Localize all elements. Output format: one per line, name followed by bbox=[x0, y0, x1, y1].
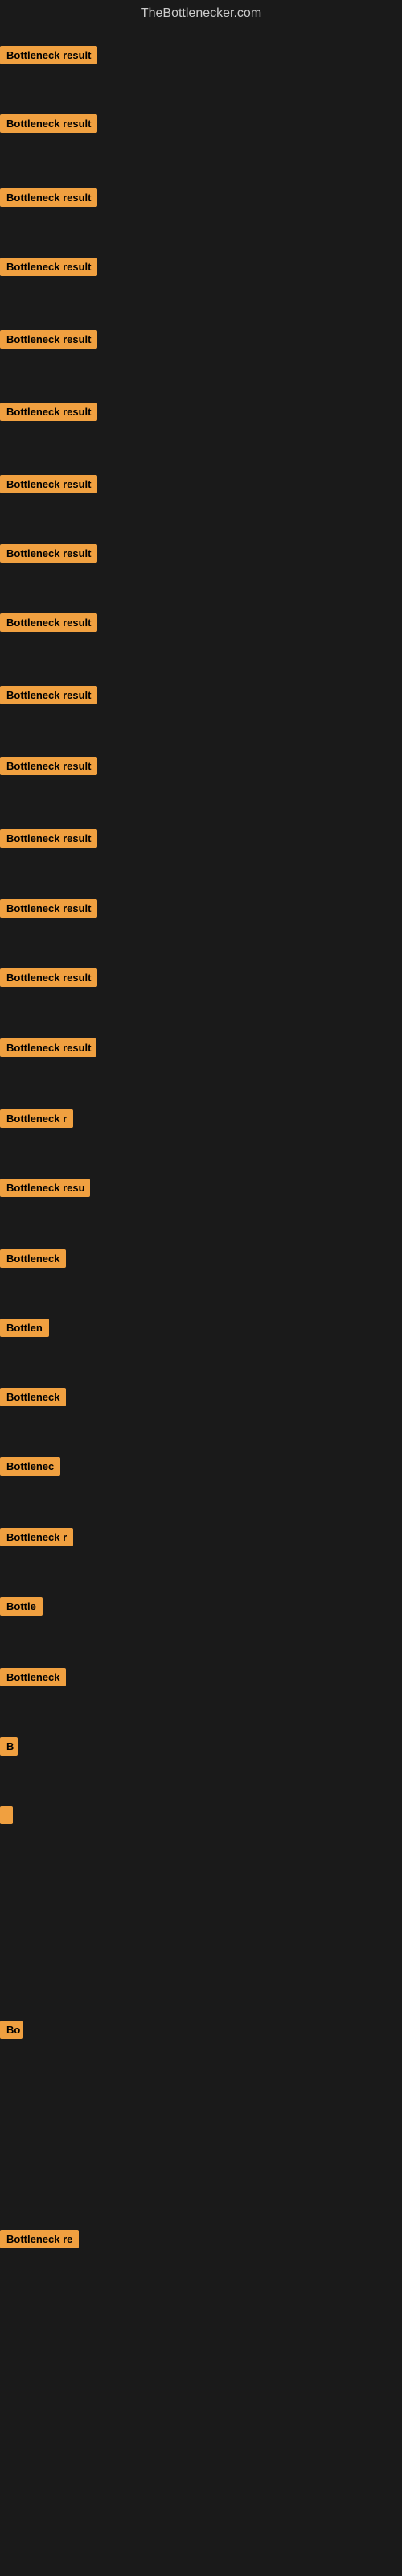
result-row-12: Bottleneck result bbox=[0, 829, 97, 852]
result-row-13: Bottleneck result bbox=[0, 899, 97, 922]
bottleneck-badge-15[interactable]: Bottleneck result bbox=[0, 1038, 96, 1057]
result-row-28: Bottleneck re bbox=[0, 2230, 79, 2252]
bottleneck-badge-12[interactable]: Bottleneck result bbox=[0, 829, 97, 848]
result-row-18: Bottleneck bbox=[0, 1249, 66, 1272]
result-row-16: Bottleneck r bbox=[0, 1109, 73, 1132]
result-row-20: Bottleneck bbox=[0, 1388, 66, 1410]
page-wrapper: TheBottlenecker.com Bottleneck result Bot… bbox=[0, 0, 402, 2576]
result-row-6: Bottleneck result bbox=[0, 402, 97, 425]
result-row-11: Bottleneck result bbox=[0, 757, 97, 779]
result-row-17: Bottleneck resu bbox=[0, 1179, 90, 1201]
bottleneck-badge-1[interactable]: Bottleneck result bbox=[0, 46, 97, 64]
bottleneck-badge-25[interactable]: B bbox=[0, 1737, 18, 1756]
bottleneck-badge-14[interactable]: Bottleneck result bbox=[0, 968, 97, 987]
bottleneck-badge-23[interactable]: Bottle bbox=[0, 1597, 43, 1616]
result-row-23: Bottle bbox=[0, 1597, 43, 1620]
bottleneck-badge-11[interactable]: Bottleneck result bbox=[0, 757, 97, 775]
bottleneck-badge-5[interactable]: Bottleneck result bbox=[0, 330, 97, 349]
bottleneck-badge-18[interactable]: Bottleneck bbox=[0, 1249, 66, 1268]
bottleneck-badge-16[interactable]: Bottleneck r bbox=[0, 1109, 73, 1128]
bottleneck-badge-21[interactable]: Bottlenec bbox=[0, 1457, 60, 1476]
result-row-22: Bottleneck r bbox=[0, 1528, 73, 1550]
bottleneck-badge-10[interactable]: Bottleneck result bbox=[0, 686, 97, 704]
result-row-3: Bottleneck result bbox=[0, 188, 97, 211]
bottleneck-badge-7[interactable]: Bottleneck result bbox=[0, 475, 97, 493]
bottleneck-badge-9[interactable]: Bottleneck result bbox=[0, 613, 97, 632]
result-row-7: Bottleneck result bbox=[0, 475, 97, 497]
result-row-4: Bottleneck result bbox=[0, 258, 97, 280]
bottleneck-badge-24[interactable]: Bottleneck bbox=[0, 1668, 66, 1686]
result-row-27: Bo bbox=[0, 2021, 23, 2043]
bottleneck-badge-4[interactable]: Bottleneck result bbox=[0, 258, 97, 276]
bottleneck-badge-26[interactable] bbox=[0, 1806, 13, 1824]
result-row-25: B bbox=[0, 1737, 18, 1760]
bottleneck-badge-27[interactable]: Bo bbox=[0, 2021, 23, 2039]
site-title: TheBottlenecker.com bbox=[0, 0, 402, 27]
result-row-9: Bottleneck result bbox=[0, 613, 97, 636]
bottleneck-badge-20[interactable]: Bottleneck bbox=[0, 1388, 66, 1406]
result-row-15: Bottleneck result bbox=[0, 1038, 96, 1061]
bottleneck-badge-28[interactable]: Bottleneck re bbox=[0, 2230, 79, 2248]
result-row-24: Bottleneck bbox=[0, 1668, 66, 1690]
result-row-1: Bottleneck result bbox=[0, 46, 97, 68]
result-row-8: Bottleneck result bbox=[0, 544, 97, 567]
bottleneck-badge-8[interactable]: Bottleneck result bbox=[0, 544, 97, 563]
result-row-21: Bottlenec bbox=[0, 1457, 60, 1480]
bottleneck-badge-3[interactable]: Bottleneck result bbox=[0, 188, 97, 207]
bottleneck-badge-19[interactable]: Bottlen bbox=[0, 1319, 49, 1337]
result-row-14: Bottleneck result bbox=[0, 968, 97, 991]
bottleneck-badge-13[interactable]: Bottleneck result bbox=[0, 899, 97, 918]
result-row-10: Bottleneck result bbox=[0, 686, 97, 708]
bottleneck-badge-2[interactable]: Bottleneck result bbox=[0, 114, 97, 133]
bottleneck-badge-22[interactable]: Bottleneck r bbox=[0, 1528, 73, 1546]
bottleneck-badge-6[interactable]: Bottleneck result bbox=[0, 402, 97, 421]
result-row-5: Bottleneck result bbox=[0, 330, 97, 353]
bottleneck-badge-17[interactable]: Bottleneck resu bbox=[0, 1179, 90, 1197]
result-row-2: Bottleneck result bbox=[0, 114, 97, 137]
result-row-19: Bottlen bbox=[0, 1319, 49, 1341]
result-row-26 bbox=[0, 1806, 13, 1828]
